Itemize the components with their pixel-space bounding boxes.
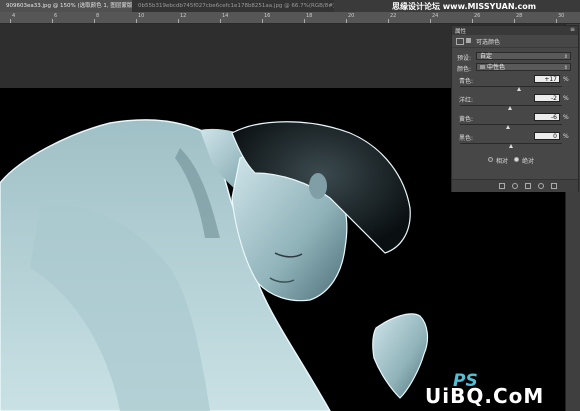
adjustment-name: 可选颜色 <box>476 39 501 46</box>
panel-footer <box>452 179 578 192</box>
ruler-tick <box>178 19 179 23</box>
relative-label: 相对 <box>496 158 509 165</box>
mask-icon[interactable] <box>466 38 471 43</box>
color-label: 颜色: <box>457 66 472 73</box>
ruler-tick-label: 24 <box>432 13 439 19</box>
horizontal-ruler: 4 6 8 10 12 14 16 18 20 22 24 26 28 30 <box>0 12 580 24</box>
ruler-tick-label: 18 <box>306 13 313 19</box>
chevron-updown-icon: ⇕ <box>563 65 568 71</box>
view-previous-icon[interactable] <box>512 183 518 189</box>
color-swatch-icon <box>480 65 485 69</box>
panel-header[interactable]: 属性 ≡ <box>452 26 578 35</box>
slider-label: 黑色: <box>459 135 474 142</box>
panel-menu-icon[interactable]: ≡ <box>570 26 575 33</box>
ruler-tick <box>94 19 95 23</box>
slider-value-input[interactable]: -6 <box>534 113 560 121</box>
slider-track[interactable] <box>460 124 562 125</box>
ruler-tick <box>304 19 305 23</box>
document-tab-active[interactable]: 909603ea33.jpg @ 150% (选取颜色 1, 图层蒙版/8) * <box>0 0 140 12</box>
percent-unit: % <box>563 133 569 140</box>
preset-value: 自定 <box>480 53 493 60</box>
reset-icon[interactable] <box>525 183 531 189</box>
ruler-tick <box>472 19 473 23</box>
ruler-tick <box>52 19 53 23</box>
ruler-tick-label: 4 <box>12 13 16 19</box>
trash-icon[interactable] <box>551 183 557 189</box>
ruler-tick-label: 22 <box>390 13 397 19</box>
properties-panel: 属性 ≡ 可选颜色 预设: 自定 ⇕ 颜色: 中性色 ⇕ 相对 绝对 青色: +1… <box>451 25 579 192</box>
ruler-tick <box>10 19 11 23</box>
absolute-label: 绝对 <box>522 158 535 165</box>
percent-unit: % <box>563 114 569 121</box>
ruler-tick-label: 20 <box>348 13 355 19</box>
document-tab-inactive[interactable]: 0b55b319ebcdb745f027cbe6cefc1e178b8251aa… <box>132 0 334 12</box>
color-dropdown[interactable]: 中性色 ⇕ <box>476 63 571 71</box>
ruler-tick-label: 8 <box>96 13 100 19</box>
ruler-tick <box>136 19 137 23</box>
ruler-tick-label: 6 <box>54 13 58 19</box>
ruler-tick <box>262 19 263 23</box>
ruler-tick-label: 10 <box>138 13 145 19</box>
relative-radio[interactable] <box>488 157 493 162</box>
slider-label: 洋红: <box>459 97 474 104</box>
adjustment-type-row: 可选颜色 <box>452 35 578 48</box>
ruler-tick-label: 26 <box>474 13 481 19</box>
absolute-radio[interactable] <box>514 157 519 162</box>
slider-track[interactable] <box>460 86 562 87</box>
adjustment-layer-icon <box>456 38 464 45</box>
ruler-tick-label: 14 <box>222 13 229 19</box>
visibility-eye-icon[interactable] <box>538 183 544 189</box>
ruler-tick <box>220 19 221 23</box>
percent-unit: % <box>563 95 569 102</box>
ruler-tick-label: 16 <box>264 13 271 19</box>
uibq-watermark: UiBQ.CoM <box>425 384 545 408</box>
preset-dropdown[interactable]: 自定 ⇕ <box>476 52 571 60</box>
slider-label: 黄色: <box>459 116 474 123</box>
color-value: 中性色 <box>487 64 506 71</box>
percent-unit: % <box>563 76 569 83</box>
ruler-tick <box>430 19 431 23</box>
ruler-tick <box>556 19 557 23</box>
ruler-tick <box>346 19 347 23</box>
ruler-tick <box>514 19 515 23</box>
chevron-updown-icon: ⇕ <box>563 54 568 60</box>
slider-thumb[interactable] <box>505 125 510 129</box>
slider-thumb[interactable] <box>517 87 522 91</box>
panel-title: 属性 <box>455 29 467 35</box>
preset-label: 预设: <box>457 55 472 62</box>
clip-to-layer-icon[interactable] <box>499 183 505 189</box>
ruler-tick-label: 12 <box>180 13 187 19</box>
slider-label: 青色: <box>459 78 474 85</box>
slider-value-input[interactable]: 0 <box>534 132 560 140</box>
slider-value-input[interactable]: -2 <box>534 94 560 102</box>
ruler-tick-label: 30 <box>558 13 565 19</box>
slider-thumb[interactable] <box>507 106 512 110</box>
ruler-tick-label: 28 <box>516 13 523 19</box>
ruler-tick <box>388 19 389 23</box>
slider-value-input[interactable]: +17 <box>534 75 560 83</box>
slider-thumb[interactable] <box>509 144 513 148</box>
